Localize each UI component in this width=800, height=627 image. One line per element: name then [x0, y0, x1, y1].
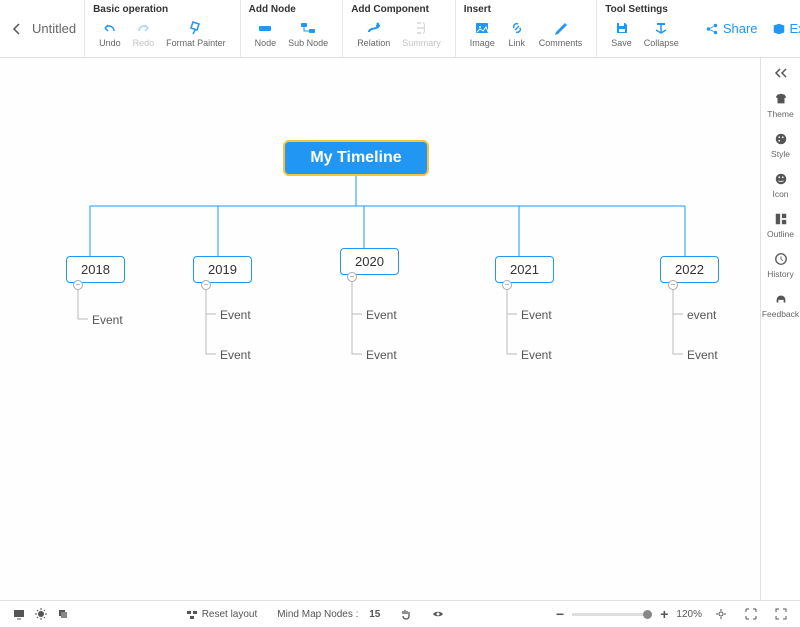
group-addcomponent: Add Component Relation Summary — [342, 0, 455, 57]
mindmap-canvas[interactable]: My Timeline 2018 − Event 2019 − Event Ev… — [0, 58, 760, 600]
summary-button[interactable]: Summary — [396, 17, 447, 50]
group-insert: Insert Image Link Comments — [455, 0, 597, 57]
feedback-tab[interactable]: Feedback — [761, 285, 800, 325]
shirt-icon — [773, 91, 789, 107]
collapse-toggle[interactable]: − — [502, 280, 512, 290]
mindmap-event-node[interactable]: event — [687, 308, 716, 322]
mindmap-year-node[interactable]: 2020 — [340, 248, 399, 275]
status-bar: Reset layout Mind Map Nodes : 15 − + 120… — [0, 600, 800, 627]
back-button[interactable] — [8, 20, 26, 38]
layout-icon — [773, 211, 789, 227]
mindmap-event-node[interactable]: Event — [220, 308, 251, 322]
headset-icon — [773, 291, 789, 307]
mindmap-year-node[interactable]: 2022 — [660, 256, 719, 283]
collapse-toggle[interactable]: − — [201, 280, 211, 290]
mindmap-event-node[interactable]: Event — [521, 308, 552, 322]
outline-tab[interactable]: Outline — [761, 205, 800, 245]
group-label: Tool Settings — [605, 4, 685, 15]
redo-button[interactable]: Redo — [127, 17, 161, 50]
format-painter-button[interactable]: Format Painter — [160, 17, 232, 50]
fit-button[interactable] — [710, 608, 732, 620]
save-button[interactable]: Save — [605, 17, 638, 50]
mindmap-year-node[interactable]: 2018 — [66, 256, 125, 283]
presentation-button[interactable] — [8, 608, 30, 620]
mindmap-event-node[interactable]: Event — [687, 348, 718, 362]
mindmap-event-node[interactable]: Event — [366, 348, 397, 362]
link-button[interactable]: Link — [501, 17, 533, 50]
group-label: Insert — [464, 4, 589, 15]
panel-collapse-button[interactable] — [761, 64, 800, 85]
pan-tool-button[interactable] — [395, 608, 417, 620]
undo-button[interactable]: Undo — [93, 17, 127, 50]
history-tab[interactable]: History — [761, 245, 800, 285]
mindmap-year-node[interactable]: 2019 — [193, 256, 252, 283]
mindmap-year-node[interactable]: 2021 — [495, 256, 554, 283]
export-button[interactable]: Export — [772, 21, 800, 36]
node-count: Mind Map Nodes : 15 — [272, 609, 385, 620]
style-tab[interactable]: Style — [761, 125, 800, 165]
zoom-out-button[interactable]: − — [556, 606, 564, 622]
relation-button[interactable]: Relation — [351, 17, 396, 50]
layers-button[interactable] — [52, 608, 74, 620]
collapse-button[interactable]: Collapse — [638, 17, 685, 50]
mindmap-event-node[interactable]: Event — [521, 348, 552, 362]
group-basic: Basic operation Undo Redo Format Painter — [84, 0, 240, 57]
mindmap-root-node[interactable]: My Timeline — [283, 140, 429, 176]
group-tool: Tool Settings Save Collapse — [596, 0, 693, 57]
toolbar: Untitled Basic operation Undo Redo Forma… — [0, 0, 800, 58]
group-label: Add Component — [351, 4, 447, 15]
collapse-toggle[interactable]: − — [668, 280, 678, 290]
mindmap-event-node[interactable]: Event — [92, 313, 123, 327]
group-addnode: Add Node Node Sub Node — [240, 0, 343, 57]
center-button[interactable] — [740, 608, 762, 620]
palette-icon — [773, 131, 789, 147]
comments-button[interactable]: Comments — [533, 17, 589, 50]
collapse-toggle[interactable]: − — [347, 272, 357, 282]
node-button[interactable]: Node — [249, 17, 283, 50]
fullscreen-button[interactable] — [770, 608, 792, 620]
collapse-toggle[interactable]: − — [73, 280, 83, 290]
image-button[interactable]: Image — [464, 17, 501, 50]
group-label: Basic operation — [93, 4, 232, 15]
right-panel: Theme Style Icon Outline History Feedbac… — [760, 58, 800, 600]
mindmap-event-node[interactable]: Event — [220, 348, 251, 362]
clock-icon — [773, 251, 789, 267]
group-label: Add Node — [249, 4, 335, 15]
icon-tab[interactable]: Icon — [761, 165, 800, 205]
visibility-button[interactable] — [427, 608, 449, 620]
document-title[interactable]: Untitled — [32, 21, 76, 36]
brightness-button[interactable] — [30, 608, 52, 620]
theme-tab[interactable]: Theme — [761, 85, 800, 125]
mindmap-event-node[interactable]: Event — [366, 308, 397, 322]
zoom-level: 120% — [676, 609, 702, 620]
zoom-slider[interactable] — [572, 613, 652, 616]
zoom-in-button[interactable]: + — [660, 606, 668, 622]
subnode-button[interactable]: Sub Node — [282, 17, 334, 50]
smile-icon — [773, 171, 789, 187]
reset-layout-button[interactable]: Reset layout — [181, 608, 263, 620]
share-button[interactable]: Share — [705, 21, 758, 36]
